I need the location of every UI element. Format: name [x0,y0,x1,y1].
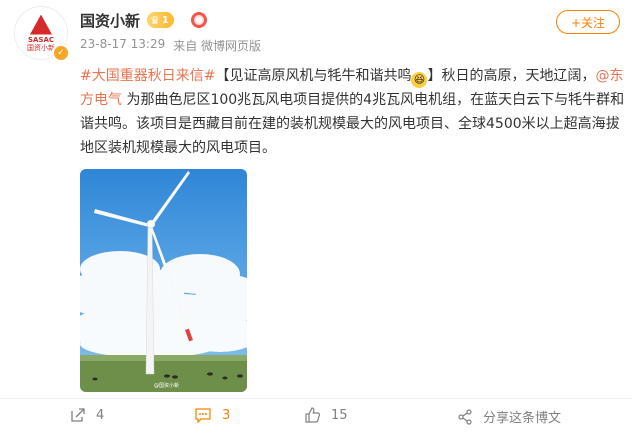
like-action[interactable]: 15 [305,407,348,423]
avatar-logo-text: SASAC [27,35,55,44]
post-source: 来自 微博网页版 [173,39,262,53]
share-icon [71,408,85,422]
share-network-icon [458,408,472,425]
share-post-label: 分享这条博文 [483,411,562,426]
image-watermark: @国资小新 [154,382,179,389]
verified-icon: ✓ [52,44,70,62]
action-bar: 4 3 15 分享这条博文 [0,398,632,438]
timestamp[interactable]: 23-8-17 13:29 [80,37,165,54]
comment-count: 3 [222,407,231,423]
member-badge[interactable]: ♛ 1 [147,12,174,28]
post-text-part1: 【见证高原风机与牦牛和谐共鸣 [215,68,412,84]
share-count: 4 [96,407,105,423]
laughing-emoji-icon: 😆 [411,72,428,88]
comment-action[interactable]: 3 [194,407,230,423]
post-text-part2: 】秋日的高原，天地辽阔， [427,68,596,84]
post-meta: 23-8-17 13:29 来自 微博网页版 [80,37,261,54]
hashtag-link[interactable]: #大国重器秋日来信# [80,68,215,84]
member-level: 1 [161,14,169,26]
wind-turbine-photo: @国资小新 [80,169,247,392]
username[interactable]: 国资小新 [80,10,140,31]
post-text: #大国重器秋日来信#【见证高原风机与牦牛和谐共鸣 😆 】秋日的高原，天地辽阔，@东方… [80,64,625,160]
share-post-action[interactable]: 分享这条博文 [457,407,561,426]
post-image[interactable]: @国资小新 [80,169,247,392]
sasac-logo-icon [30,14,52,35]
follow-button[interactable]: +关注 [556,10,620,34]
like-count: 15 [331,407,348,423]
crown-icon: ♛ [150,13,160,27]
post-text-part3: 为那曲色尼区100兆瓦风电项目提供的4兆瓦风电机组，在蓝天白云下与牦牛群和谐共鸣… [80,92,625,156]
comment-icon [195,408,211,423]
share-action[interactable]: 4 [70,407,104,423]
avatar-logo-sub: 国资小新 [27,43,55,52]
thumbs-up-icon [305,407,321,423]
weibo-eye-icon[interactable] [191,12,207,28]
